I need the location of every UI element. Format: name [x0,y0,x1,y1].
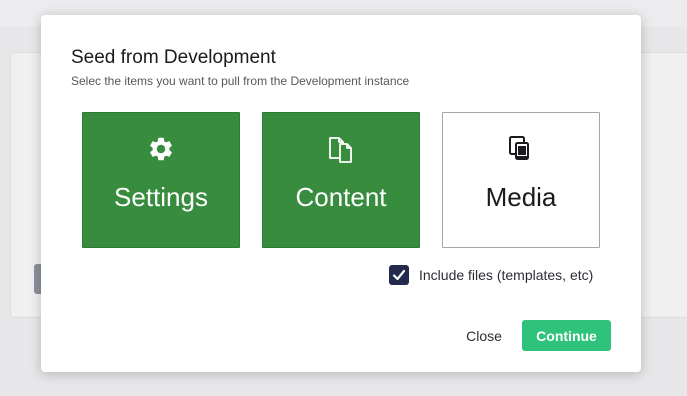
include-files-row: Include files (templates, etc) [389,264,593,286]
option-settings-label: Settings [114,182,208,212]
devices-icon [443,135,599,165]
gear-icon [83,135,239,165]
include-files-label: Include files (templates, etc) [419,267,594,283]
checkmark-icon [392,269,406,281]
seed-modal: Seed from Development Selec the items yo… [41,15,641,372]
option-settings-tile[interactable]: Settings [82,112,240,248]
option-media-label: Media [485,182,557,212]
option-media-tile[interactable]: Media [442,112,600,248]
continue-button[interactable]: Continue [522,320,611,351]
close-button[interactable]: Close [458,320,510,352]
modal-title: Seed from Development [71,47,276,68]
option-content-tile[interactable]: Content [262,112,420,248]
include-files-checkbox[interactable] [389,265,409,285]
modal-subtitle: Selec the items you want to pull from th… [71,74,410,88]
documents-icon [263,135,419,165]
option-content-label: Content [295,182,387,212]
